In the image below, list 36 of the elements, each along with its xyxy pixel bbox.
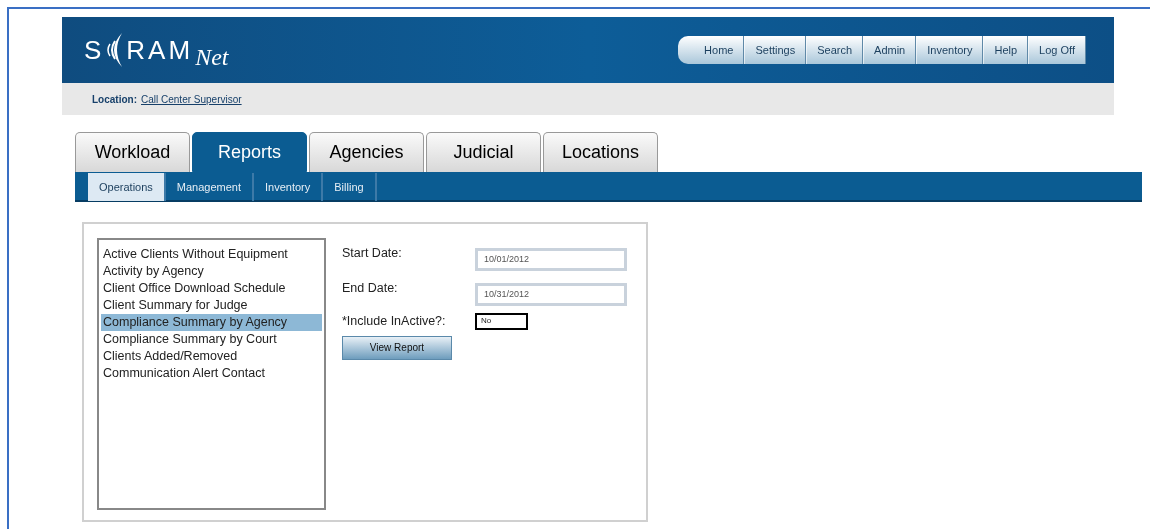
- start-date-label: Start Date:: [342, 245, 403, 262]
- report-option[interactable]: Active Clients Without Equipment: [101, 246, 322, 263]
- report-option[interactable]: Client Office Download Schedule: [101, 280, 322, 297]
- report-option[interactable]: Clients Added/Removed: [101, 348, 322, 365]
- include-inactive-label: *Include InActive?:: [342, 313, 447, 330]
- subtab[interactable]: Inventory: [254, 173, 324, 201]
- logo-text: S: [84, 33, 105, 67]
- logo-script: Net: [195, 43, 229, 72]
- report-option[interactable]: Communication Alert Contact: [101, 365, 322, 382]
- report-option[interactable]: Compliance Summary by Court: [101, 331, 322, 348]
- report-option[interactable]: Activity by Agency: [101, 263, 322, 280]
- tab[interactable]: Agencies: [309, 132, 424, 172]
- subtab[interactable]: Operations: [88, 173, 166, 201]
- location-link[interactable]: Call Center Supervisor: [141, 91, 242, 107]
- nav-link[interactable]: Help: [983, 36, 1029, 64]
- report-option[interactable]: Compliance Summary by Agency: [101, 314, 322, 331]
- subtab[interactable]: Billing: [323, 173, 377, 201]
- end-date-label: End Date:: [342, 280, 399, 297]
- report-option[interactable]: Client Summary for Judge: [101, 297, 322, 314]
- nav-link[interactable]: Admin: [863, 36, 917, 64]
- subtab[interactable]: Management: [165, 173, 255, 201]
- start-date-field[interactable]: 10/01/2012: [475, 248, 627, 271]
- end-date-field[interactable]: 10/31/2012: [475, 283, 627, 306]
- tab[interactable]: Locations: [543, 132, 658, 172]
- nav-link[interactable]: Search: [806, 36, 864, 64]
- nav-link[interactable]: Inventory: [916, 36, 984, 64]
- tab[interactable]: Workload: [75, 132, 190, 172]
- location-label: Location:: [92, 92, 137, 107]
- nav-link[interactable]: Home: [694, 36, 745, 64]
- logo-text: RAM: [126, 33, 194, 67]
- tab[interactable]: Reports: [192, 132, 307, 172]
- tab[interactable]: Judicial: [426, 132, 541, 172]
- nav-link[interactable]: Log Off: [1028, 36, 1086, 64]
- view-report-button[interactable]: View Report: [342, 335, 452, 360]
- nav-link[interactable]: Settings: [744, 36, 807, 64]
- report-list[interactable]: [97, 238, 326, 510]
